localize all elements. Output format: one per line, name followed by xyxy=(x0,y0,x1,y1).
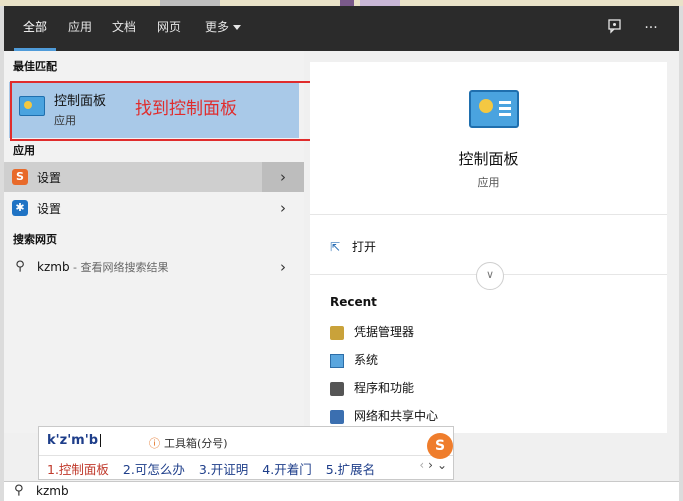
ime-toolbox-label: 工具箱(分号) xyxy=(164,437,228,450)
open-action[interactable]: ⇱ 打开 xyxy=(330,238,376,255)
feedback-icon-svg xyxy=(608,19,621,34)
tab-apps[interactable]: 应用 xyxy=(62,6,98,51)
recent-item[interactable]: 凭据管理器 xyxy=(330,323,414,340)
web-search-label: kzmb - 查看网络搜索结果 xyxy=(37,259,169,275)
detail-title: 控制面板 xyxy=(458,150,519,168)
detail-subtitle: 应用 xyxy=(477,176,500,189)
app-item-settings-sogou[interactable]: S 设置 › xyxy=(4,162,304,192)
sogou-settings-icon: S xyxy=(12,169,28,185)
system-icon xyxy=(330,353,344,368)
ime-candidate[interactable]: 4.开着门 xyxy=(262,462,311,477)
ime-candidate[interactable]: 2.可怎么办 xyxy=(123,462,185,477)
more-options-icon[interactable]: ··· xyxy=(641,18,661,38)
ime-candidate[interactable]: 3.开证明 xyxy=(199,462,248,477)
ime-candidate[interactable]: 5.扩展名 xyxy=(326,462,375,477)
recent-item-label: 系统 xyxy=(354,353,379,367)
open-label: 打开 xyxy=(352,240,377,254)
recent-item-label: 网络和共享中心 xyxy=(354,409,439,423)
search-input[interactable]: kzmb xyxy=(36,484,69,498)
network-icon xyxy=(330,409,344,424)
chevron-right-icon[interactable]: › xyxy=(262,252,304,282)
app-item-label: 设置 xyxy=(37,171,62,185)
info-icon: ⓘ xyxy=(149,437,160,450)
chevron-right-icon[interactable]: › xyxy=(262,162,304,192)
ime-candidates: 1.控制面板 2.可怎么办 3.开证明 4.开着门 5.扩展名 xyxy=(47,459,385,478)
recent-item[interactable]: 网络和共享中心 xyxy=(330,407,438,424)
web-search-item[interactable]: ⚲ kzmb - 查看网络搜索结果 › xyxy=(4,252,304,282)
ime-pinyin: k'z'm'b xyxy=(47,433,101,448)
app-item-label: 设置 xyxy=(37,202,62,216)
expand-chevron-icon[interactable]: ∨ xyxy=(476,262,504,290)
search-icon: ⚲ xyxy=(14,483,24,498)
sogou-logo-icon[interactable]: S xyxy=(427,433,453,459)
web-search-heading: 搜索网页 xyxy=(13,233,57,246)
divider xyxy=(39,455,453,456)
best-match-heading: 最佳匹配 xyxy=(13,60,57,73)
recent-item-label: 凭据管理器 xyxy=(354,325,415,339)
chevron-right-icon[interactable]: › xyxy=(428,458,433,472)
tab-more[interactable]: 更多 xyxy=(196,6,250,51)
chevron-left-icon[interactable]: ‹ xyxy=(419,458,424,472)
recent-heading: Recent xyxy=(330,295,377,309)
tab-web[interactable]: 网页 xyxy=(151,6,187,51)
open-icon: ⇱ xyxy=(330,240,341,254)
annotation-box xyxy=(10,81,321,141)
chevron-down-icon[interactable]: ⌄ xyxy=(437,458,447,472)
ime-page-nav: ‹ › ⌄ xyxy=(415,458,447,472)
ime-toolbox[interactable]: ⓘ 工具箱(分号) xyxy=(149,435,228,451)
detail-pane: 控制面板 应用 ⇱ 打开 ∨ Recent 凭据管理器 系统 程序和功能 网络和共… xyxy=(310,62,667,433)
search-bar[interactable]: ⚲ kzmb xyxy=(4,481,679,501)
credential-manager-icon xyxy=(330,325,344,340)
ime-candidate-window: k'z'm'b ⓘ 工具箱(分号) 1.控制面板 2.可怎么办 3.开证明 4.开… xyxy=(38,426,454,480)
recent-item-label: 程序和功能 xyxy=(354,381,415,395)
chevron-down-icon xyxy=(233,25,241,30)
search-icon: ⚲ xyxy=(15,259,25,274)
chevron-right-icon[interactable]: › xyxy=(262,193,304,223)
tab-documents[interactable]: 文档 xyxy=(106,6,142,51)
recent-item[interactable]: 程序和功能 xyxy=(330,379,414,396)
feedback-icon[interactable] xyxy=(605,18,625,38)
detail-header: 控制面板 应用 xyxy=(310,62,667,215)
tab-more-label: 更多 xyxy=(204,20,229,34)
app-item-settings[interactable]: ✱ 设置 › xyxy=(4,193,304,223)
programs-icon xyxy=(330,381,344,396)
web-search-suffix: - 查看网络搜索结果 xyxy=(69,261,169,274)
tab-all[interactable]: 全部 xyxy=(14,6,56,51)
gear-icon: ✱ xyxy=(12,200,28,216)
control-panel-icon xyxy=(469,90,519,128)
results-list: 最佳匹配 控制面板 应用 找到控制面板 应用 S 设置 › ✱ 设置 › 搜索网… xyxy=(4,51,321,433)
web-search-query: kzmb xyxy=(37,260,70,274)
recent-item[interactable]: 系统 xyxy=(330,351,378,368)
apps-heading: 应用 xyxy=(13,144,35,157)
filter-tab-bar: 全部 应用 文档 网页 更多 ··· xyxy=(4,6,679,51)
ime-candidate[interactable]: 1.控制面板 xyxy=(47,462,109,477)
